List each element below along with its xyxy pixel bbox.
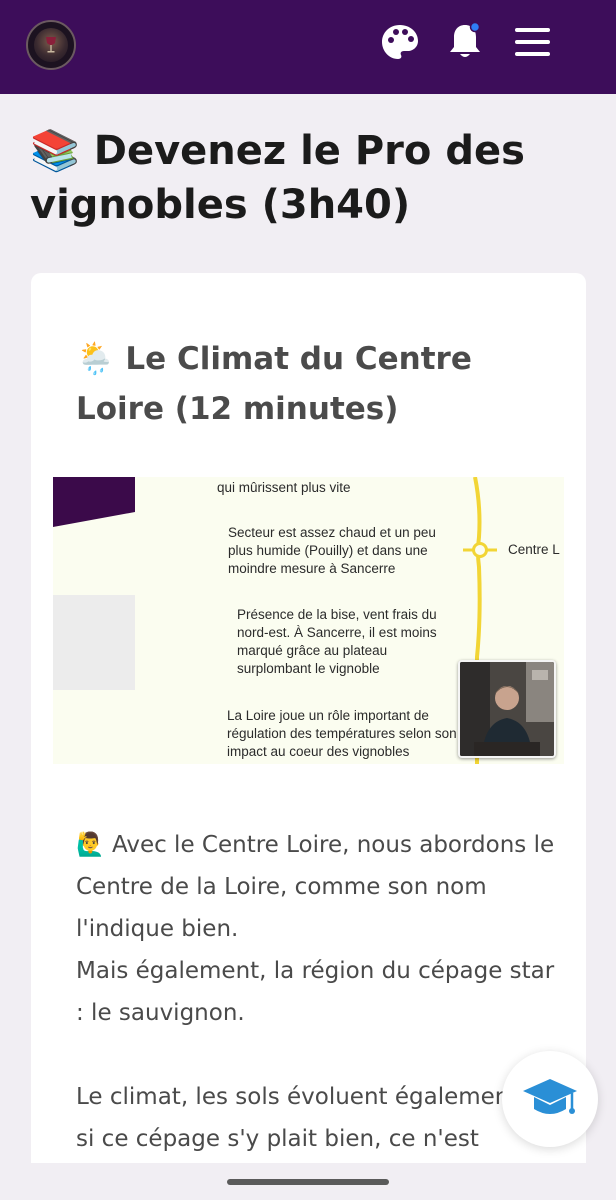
course-fab-button[interactable] xyxy=(502,1051,598,1147)
slide-decoration xyxy=(53,477,135,527)
graduation-cap-icon xyxy=(523,1079,577,1114)
home-indicator[interactable] xyxy=(227,1179,389,1185)
wine-glass-icon xyxy=(34,28,68,62)
top-app-bar xyxy=(0,0,616,94)
weather-emoji-icon: 🌦️ xyxy=(76,341,115,377)
person-raising-hand-emoji-icon: 🙋‍♂️ xyxy=(76,832,105,858)
notification-dot xyxy=(469,21,481,33)
palette-icon[interactable] xyxy=(378,20,422,64)
paragraph-intro: 🙋‍♂️ Avec le Centre Loire, nous abordons… xyxy=(76,824,556,1034)
paragraph-intro-text: Avec le Centre Loire, nous abordons le C… xyxy=(76,832,555,942)
timeline-label: Centre L xyxy=(508,542,560,557)
slide-text-2: Secteur est assez chaud et un peu plus h… xyxy=(228,525,436,576)
paragraph-climate: Le climat, les sols évoluent également e… xyxy=(76,1084,549,1152)
slide-text-4: La Loire joue un rôle important de régul… xyxy=(227,708,457,759)
paragraph-intro-text-2: Mais également, la région du cépage star… xyxy=(76,958,555,1026)
menu-icon xyxy=(515,28,550,56)
video-slide[interactable]: Centre L qui mûrissent plus vite Secteur… xyxy=(53,477,564,764)
brand-logo[interactable] xyxy=(26,20,76,70)
page-title-text: Devenez le Pro des vignobles (3h40) xyxy=(30,128,525,228)
slide-text-1: qui mûrissent plus vite xyxy=(217,480,351,495)
slide-text-3: Présence de la bise, vent frais du nord-… xyxy=(237,607,437,676)
books-emoji-icon: 📚 xyxy=(30,128,80,174)
menu-button[interactable] xyxy=(510,20,554,64)
notifications-button[interactable] xyxy=(443,20,487,64)
page-title: 📚 Devenez le Pro des vignobles (3h40) xyxy=(30,124,590,232)
bell-icon xyxy=(450,21,481,57)
presenter-video-thumbnail[interactable] xyxy=(458,660,556,758)
section-title-text: Le Climat du Centre Loire (12 minutes) xyxy=(76,341,472,427)
section-title: 🌦️ Le Climat du Centre Loire (12 minutes… xyxy=(76,334,546,434)
slide-placeholder-block xyxy=(53,595,135,690)
